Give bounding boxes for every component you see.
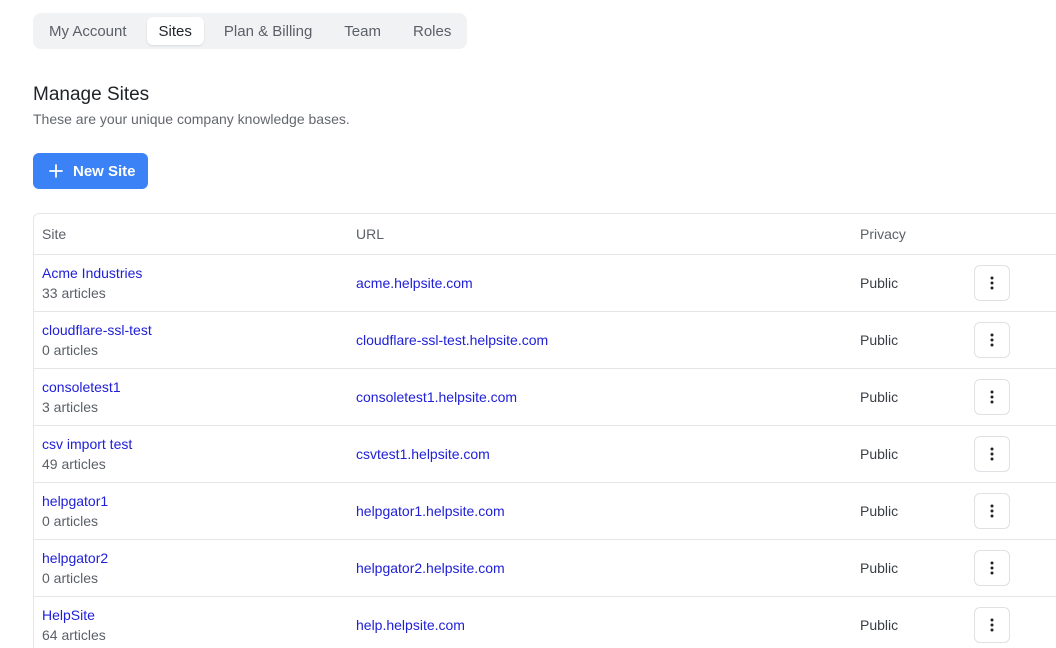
privacy-value: Public [860,560,899,576]
tab-team[interactable]: Team [332,17,393,45]
site-url-link[interactable]: csvtest1.helpsite.com [356,446,490,462]
column-header-privacy: Privacy [860,226,906,242]
site-url-link[interactable]: help.helpsite.com [356,617,465,633]
article-count: 0 articles [42,570,99,586]
row-actions-button[interactable] [974,607,1010,643]
site-url-link[interactable]: cloudflare-ssl-test.helpsite.com [356,332,548,348]
table-row: csv import test 49 articles csvtest1.hel… [34,426,1056,483]
privacy-value: Public [860,503,899,519]
privacy-value: Public [860,617,899,633]
site-name-link[interactable]: helpgator2 [42,550,108,566]
tab-sites[interactable]: Sites [146,17,204,45]
article-count: 0 articles [42,513,99,529]
vertical-dots-icon [990,561,994,575]
row-actions-button[interactable] [974,265,1010,301]
article-count: 33 articles [42,285,106,301]
row-actions-button[interactable] [974,379,1010,415]
row-actions-button[interactable] [974,436,1010,472]
privacy-value: Public [860,446,899,462]
site-name-link[interactable]: HelpSite [42,607,95,623]
column-header-url: URL [356,226,385,242]
site-url-link[interactable]: consoletest1.helpsite.com [356,389,517,405]
table-row: cloudflare-ssl-test 0 articles cloudflar… [34,312,1056,369]
plus-icon [49,164,63,178]
vertical-dots-icon [990,390,994,404]
table-header: Site URL Privacy [34,214,1056,255]
page-subtitle: These are your unique company knowledge … [33,111,350,127]
site-name-link[interactable]: consoletest1 [42,379,121,395]
privacy-value: Public [860,332,899,348]
vertical-dots-icon [990,504,994,518]
article-count: 0 articles [42,342,99,358]
settings-tabs: My Account Sites Plan & Billing Team Rol… [33,13,468,49]
vertical-dots-icon [990,276,994,290]
tab-roles[interactable]: Roles [401,17,463,45]
table-row: helpgator1 0 articles helpgator1.helpsit… [34,483,1056,540]
table-row: consoletest1 3 articles consoletest1.hel… [34,369,1056,426]
site-name-link[interactable]: cloudflare-ssl-test [42,322,152,338]
site-name-link[interactable]: csv import test [42,436,132,452]
tab-my-account[interactable]: My Account [37,17,139,45]
column-header-site: Site [42,226,67,242]
privacy-value: Public [860,275,899,291]
table-row: HelpSite 64 articles help.helpsite.com P… [34,597,1056,648]
row-actions-button[interactable] [974,493,1010,529]
site-url-link[interactable]: helpgator2.helpsite.com [356,560,505,576]
sites-table: Site URL Privacy Acme Industries 33 arti… [33,213,1056,648]
new-site-label: New Site [73,162,136,180]
site-name-link[interactable]: Acme Industries [42,265,142,281]
table-row: Acme Industries 33 articles acme.helpsit… [34,255,1056,312]
new-site-button[interactable]: New Site [33,153,148,189]
vertical-dots-icon [990,333,994,347]
row-actions-button[interactable] [974,322,1010,358]
article-count: 3 articles [42,399,99,415]
tab-plan-billing[interactable]: Plan & Billing [212,17,324,45]
vertical-dots-icon [990,618,994,632]
site-name-link[interactable]: helpgator1 [42,493,108,509]
site-url-link[interactable]: helpgator1.helpsite.com [356,503,505,519]
privacy-value: Public [860,389,899,405]
article-count: 64 articles [42,627,106,643]
page-title: Manage Sites [33,84,150,105]
site-url-link[interactable]: acme.helpsite.com [356,275,473,291]
table-row: helpgator2 0 articles helpgator2.helpsit… [34,540,1056,597]
vertical-dots-icon [990,447,994,461]
row-actions-button[interactable] [974,550,1010,586]
article-count: 49 articles [42,456,106,472]
